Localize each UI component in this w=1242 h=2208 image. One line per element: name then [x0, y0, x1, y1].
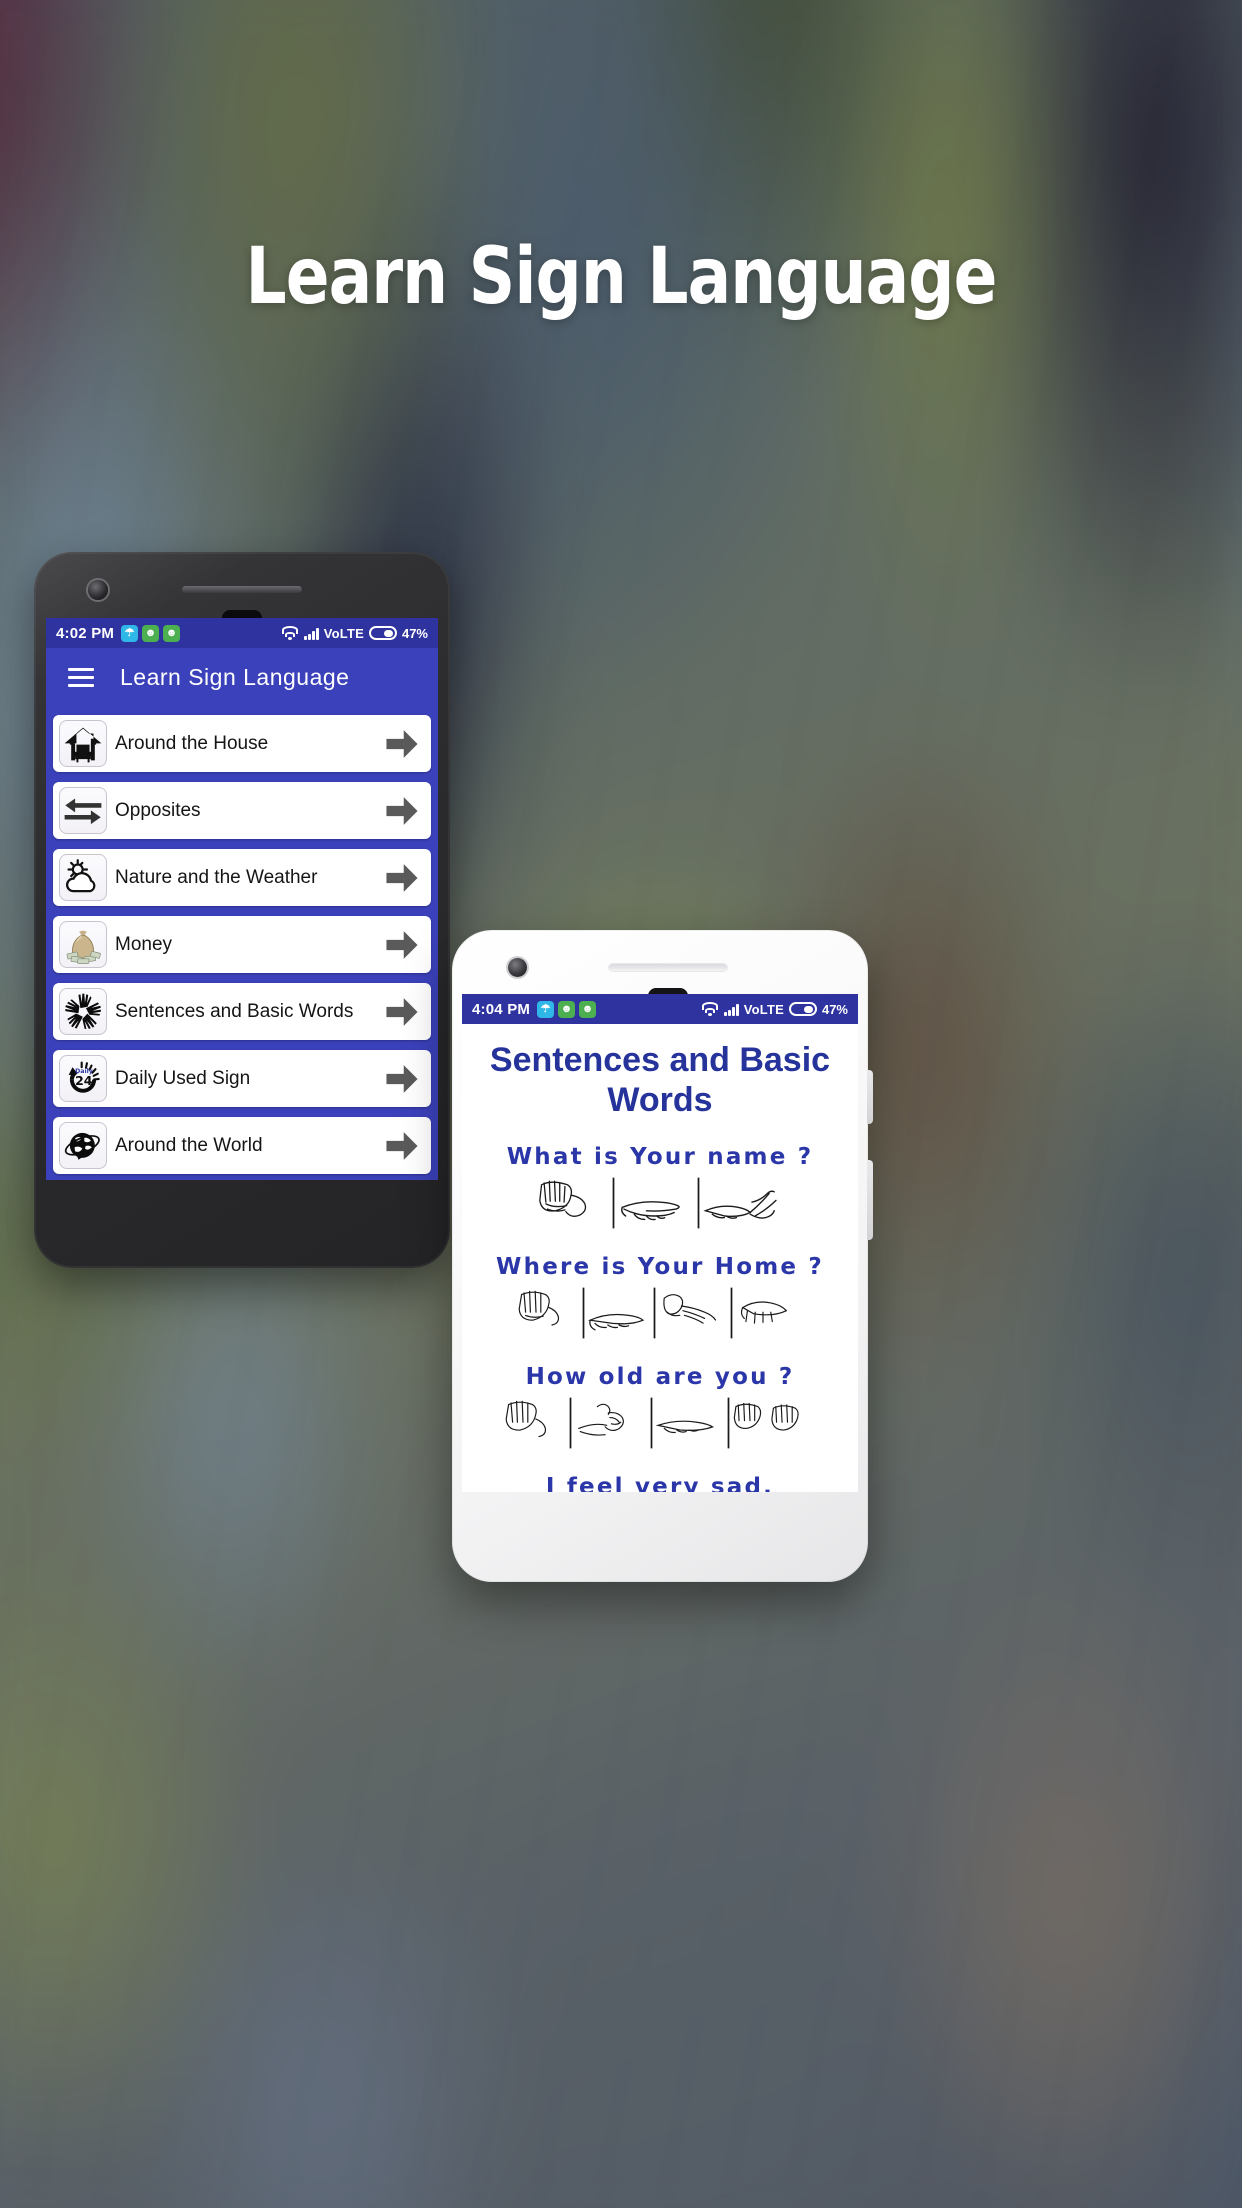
status-time: 4:02 PM: [56, 624, 115, 642]
sign-drawing: [505, 1401, 546, 1438]
list-item-label: Nature and the Weather: [115, 866, 318, 888]
sign-drawing: [587, 1314, 644, 1331]
phone-white-bottom-bezel: [452, 1492, 868, 1582]
list-item-label: Money: [115, 933, 173, 955]
clock-24-icon: 24 Daily: [59, 1055, 107, 1102]
category-list: Around the House Opposites Nature and th…: [46, 706, 438, 1180]
phrase-text: I feel very sad.: [545, 1474, 775, 1492]
front-camera-icon: [88, 580, 108, 600]
network-label: VoLTE: [323, 625, 364, 641]
sign-drawing: [577, 1403, 624, 1436]
opposite-arrows-icon: [59, 787, 107, 834]
phone-dark-bottom-bezel: [34, 1180, 450, 1268]
sign-drawing: [740, 1301, 787, 1324]
globe-icon: [59, 1122, 107, 1169]
hands-burst-icon: [59, 988, 107, 1035]
phone-white-screen: 4:04 PM ☂ ☻ ☻ VoLTE 47% Sentences and Ba…: [462, 994, 858, 1492]
phrase-text: Where is Your Home ?: [496, 1254, 824, 1281]
sun-cloud-icon: [59, 854, 107, 901]
phrase-item: What is Your name ?: [476, 1144, 844, 1234]
list-item[interactable]: 24 Daily Daily Used Sign: [53, 1050, 431, 1107]
sign-drawing: [733, 1403, 799, 1431]
hamburger-icon[interactable]: [68, 667, 94, 687]
list-item-label: Sentences and Basic Words: [115, 1000, 354, 1022]
chevron-right-arrow-icon[interactable]: [382, 1129, 422, 1163]
android-icon: ☻: [579, 1000, 597, 1018]
list-item[interactable]: Opposites: [53, 782, 431, 839]
sign-drawing: [655, 1420, 714, 1434]
android-icon: ☻: [142, 624, 160, 642]
phrase-list: What is Your name ? Where is Your Home ?…: [462, 1126, 858, 1492]
network-label: VoLTE: [743, 1001, 784, 1017]
battery-percent: 47%: [821, 1001, 848, 1017]
battery-percent: 47%: [401, 625, 428, 641]
status-bar: 4:04 PM ☂ ☻ ☻ VoLTE 47%: [462, 994, 858, 1024]
list-item[interactable]: Around the House: [53, 715, 431, 772]
list-item-label: Around the World: [115, 1134, 263, 1156]
phone-dark-top-bezel: [34, 552, 450, 626]
house-icon: [59, 720, 107, 767]
earpiece-speaker: [182, 586, 302, 593]
chevron-right-arrow-icon[interactable]: [382, 995, 422, 1029]
android-icon: ☻: [163, 624, 181, 642]
phrase-text: What is Your name ?: [506, 1144, 814, 1171]
chevron-right-arrow-icon[interactable]: [382, 928, 422, 962]
usb-icon: ☂: [537, 1000, 555, 1018]
list-item[interactable]: Sentences and Basic Words: [53, 983, 431, 1040]
phone-mockup-dark: 4:02 PM ☂ ☻ ☻ VoLTE 47% Learn Sign Langu…: [34, 552, 450, 1268]
android-icon: ☻: [558, 1000, 576, 1018]
list-item-label: Daily Used Sign: [115, 1067, 251, 1089]
status-right-group: VoLTE 47%: [281, 626, 428, 641]
sign-drawing: [703, 1190, 777, 1220]
wifi-icon: [701, 1002, 719, 1016]
phrase-text: How old are you ?: [525, 1364, 795, 1391]
money-bag-icon: [59, 921, 107, 968]
status-time: 4:04 PM: [472, 1000, 531, 1018]
volume-button[interactable]: [867, 1160, 873, 1240]
chevron-right-arrow-icon[interactable]: [382, 861, 422, 895]
wifi-icon: [281, 626, 299, 640]
phrase-item: Where is Your Home ?: [476, 1254, 844, 1344]
front-camera-icon: [508, 958, 527, 977]
chevron-right-arrow-icon[interactable]: [382, 794, 422, 828]
usb-icon: ☂: [121, 624, 139, 642]
signal-icon: [304, 626, 319, 640]
sign-drawing: [518, 1291, 559, 1326]
sign-drawing: [662, 1294, 716, 1324]
page-title: Learn Sign Language: [245, 232, 998, 322]
phrase-item: How old are you ?: [476, 1364, 844, 1454]
app-bar-title: Learn Sign Language: [120, 663, 350, 690]
phrase-item: I feel very sad.: [476, 1474, 844, 1492]
phone-mockup-white: 4:04 PM ☂ ☻ ☻ VoLTE 47% Sentences and Ba…: [452, 930, 873, 1582]
content-page-title: Sentences and Basic Words: [489, 1041, 831, 1120]
list-item-label: Around the House: [115, 732, 269, 754]
list-item[interactable]: Money: [53, 916, 431, 973]
phone-white-top-bezel: [452, 930, 868, 1004]
sign-illustration-row: [476, 1282, 844, 1344]
sign-illustration-row: [476, 1392, 844, 1454]
battery-icon: [368, 626, 397, 640]
phone-dark-screen: 4:02 PM ☂ ☻ ☻ VoLTE 47% Learn Sign Langu…: [46, 618, 438, 1180]
sign-drawing: [539, 1180, 587, 1218]
chevron-right-arrow-icon[interactable]: [382, 1062, 422, 1096]
app-bar: Learn Sign Language: [46, 648, 438, 706]
battery-icon: [788, 1002, 817, 1016]
svg-text:Daily: Daily: [75, 1068, 93, 1075]
earpiece-speaker: [609, 964, 728, 971]
list-item-label: Opposites: [115, 799, 201, 821]
signal-icon: [724, 1002, 739, 1016]
list-item[interactable]: Nature and the Weather: [53, 849, 431, 906]
status-bar: 4:02 PM ☂ ☻ ☻ VoLTE 47%: [46, 618, 438, 648]
list-item[interactable]: Around the World: [53, 1117, 431, 1174]
power-button[interactable]: [867, 1070, 873, 1124]
sign-drawing: [621, 1201, 680, 1221]
status-right-group: VoLTE 47%: [701, 1002, 848, 1017]
svg-text:24: 24: [75, 1072, 93, 1087]
chevron-right-arrow-icon[interactable]: [382, 727, 422, 761]
sign-illustration-row: [476, 1172, 844, 1234]
